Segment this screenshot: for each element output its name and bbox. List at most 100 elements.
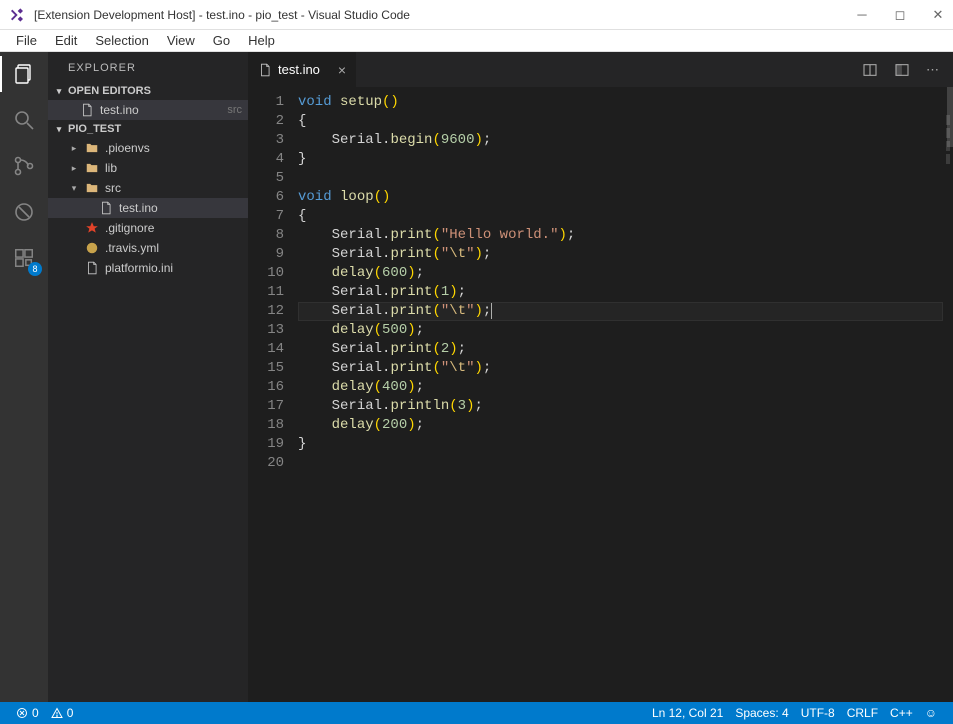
menu-selection[interactable]: Selection <box>87 31 156 50</box>
code-line[interactable]: { <box>298 112 943 131</box>
status-bar: 0 0 Ln 12, Col 21 Spaces: 4 UTF-8 CRLF C… <box>0 702 953 724</box>
minimize-button[interactable]: ─ <box>855 7 869 23</box>
code-line[interactable]: } <box>298 150 943 169</box>
code-editor[interactable]: 1234567891011121314151617181920 void set… <box>248 87 953 702</box>
close-window-button[interactable]: ✕ <box>931 7 945 23</box>
status-errors[interactable]: 0 <box>10 706 45 720</box>
status-encoding[interactable]: UTF-8 <box>795 706 841 720</box>
file-icon <box>84 220 100 236</box>
code-line[interactable]: void loop() <box>298 188 943 207</box>
status-feedback-icon[interactable]: ☺ <box>919 706 943 720</box>
chevron-down-icon: ▾ <box>54 124 64 135</box>
code-content[interactable]: void setup(){ Serial.begin(9600);}void l… <box>298 87 943 702</box>
status-warnings[interactable]: 0 <box>45 706 80 720</box>
open-editor-item[interactable]: test.ino src <box>48 100 248 120</box>
file-icon <box>98 200 114 216</box>
folder-icon <box>84 180 100 196</box>
split-editor-icon[interactable] <box>862 62 878 78</box>
tree-label: lib <box>105 161 242 175</box>
maximize-button[interactable]: ◻ <box>893 7 907 23</box>
code-line[interactable]: Serial.print("Hello world."); <box>298 226 943 245</box>
file-item[interactable]: test.ino <box>48 198 248 218</box>
activity-bar: 8 <box>0 52 48 702</box>
window-title: [Extension Development Host] - test.ino … <box>34 8 855 22</box>
code-line[interactable]: Serial.print("\t"); <box>298 359 943 378</box>
line-gutter: 1234567891011121314151617181920 <box>248 87 298 702</box>
editor-group: test.ino × ⋯ 123456789101112131415161718… <box>248 52 953 702</box>
menu-view[interactable]: View <box>159 31 203 50</box>
code-line[interactable]: Serial.print("\t"); <box>298 302 943 321</box>
menu-bar: FileEditSelectionViewGoHelp <box>0 30 953 52</box>
workbench: 8 EXPLORER ▾ OPEN EDITORS test.ino src ▾… <box>0 52 953 702</box>
menu-edit[interactable]: Edit <box>47 31 85 50</box>
chevron-down-icon: ▾ <box>54 86 64 97</box>
code-line[interactable]: Serial.begin(9600); <box>298 131 943 150</box>
editor-tabs: test.ino × ⋯ <box>248 52 953 87</box>
text-cursor <box>491 303 492 319</box>
tree-label: src <box>105 181 242 195</box>
status-language[interactable]: C++ <box>884 706 919 720</box>
chevron-right-icon[interactable]: ▸ <box>69 143 79 154</box>
folder-item[interactable]: ▸ .pioenvs <box>48 138 248 158</box>
file-item[interactable]: .gitignore <box>48 218 248 238</box>
sidebar: EXPLORER ▾ OPEN EDITORS test.ino src ▾ P… <box>48 52 248 702</box>
code-line[interactable]: delay(500); <box>298 321 943 340</box>
chevron-down-icon[interactable]: ▾ <box>69 183 79 194</box>
file-item[interactable]: .travis.yml <box>48 238 248 258</box>
extensions-badge: 8 <box>28 262 42 276</box>
code-line[interactable] <box>298 454 943 473</box>
menu-go[interactable]: Go <box>205 31 238 50</box>
explorer-icon[interactable] <box>10 60 38 88</box>
chevron-right-icon[interactable]: ▸ <box>69 163 79 174</box>
source-control-icon[interactable] <box>10 152 38 180</box>
menu-help[interactable]: Help <box>240 31 283 50</box>
folder-icon <box>84 160 100 176</box>
status-eol[interactable]: CRLF <box>841 706 884 720</box>
code-line[interactable]: Serial.println(3); <box>298 397 943 416</box>
extensions-icon[interactable]: 8 <box>10 244 38 272</box>
tree-label: .pioenvs <box>105 141 242 155</box>
code-line[interactable]: } <box>298 435 943 454</box>
more-actions-icon[interactable]: ⋯ <box>926 62 939 78</box>
folder-item[interactable]: ▾ src <box>48 178 248 198</box>
close-icon[interactable]: × <box>338 62 346 78</box>
code-line[interactable] <box>298 169 943 188</box>
file-tree: ▸ .pioenvs ▸ lib ▾ src test.ino .gitignore .trav… <box>48 138 248 278</box>
tree-label: platformio.ini <box>105 261 242 275</box>
window-titlebar: [Extension Development Host] - test.ino … <box>0 0 953 30</box>
folder-icon <box>84 140 100 156</box>
debug-icon[interactable] <box>10 198 38 226</box>
show-opened-editors-icon[interactable] <box>894 62 910 78</box>
open-editor-label: test.ino <box>100 103 218 117</box>
tree-label: .gitignore <box>105 221 242 235</box>
sidebar-title: EXPLORER <box>48 52 248 82</box>
file-icon <box>84 260 100 276</box>
overview-ruler <box>946 115 950 164</box>
file-icon <box>84 240 100 256</box>
code-line[interactable]: delay(200); <box>298 416 943 435</box>
menu-file[interactable]: File <box>8 31 45 50</box>
code-line[interactable]: Serial.print("\t"); <box>298 245 943 264</box>
folder-item[interactable]: ▸ lib <box>48 158 248 178</box>
code-line[interactable]: Serial.print(2); <box>298 340 943 359</box>
tab-testino[interactable]: test.ino × <box>248 52 357 87</box>
open-editors-section[interactable]: ▾ OPEN EDITORS <box>48 82 248 100</box>
tree-label: .travis.yml <box>105 241 242 255</box>
code-line[interactable]: { <box>298 207 943 226</box>
project-label: PIO_TEST <box>68 123 121 135</box>
code-line[interactable]: delay(600); <box>298 264 943 283</box>
file-icon <box>258 63 272 77</box>
code-line[interactable]: void setup() <box>298 93 943 112</box>
status-cursor-position[interactable]: Ln 12, Col 21 <box>646 706 729 720</box>
search-icon[interactable] <box>10 106 38 134</box>
vscode-icon <box>8 6 26 24</box>
status-indentation[interactable]: Spaces: 4 <box>729 706 794 720</box>
file-item[interactable]: platformio.ini <box>48 258 248 278</box>
project-section[interactable]: ▾ PIO_TEST <box>48 120 248 138</box>
open-editor-desc: src <box>227 104 242 116</box>
code-line[interactable]: Serial.print(1); <box>298 283 943 302</box>
tree-label: test.ino <box>119 201 242 215</box>
minimap[interactable] <box>943 87 953 702</box>
tab-label: test.ino <box>278 62 320 77</box>
code-line[interactable]: delay(400); <box>298 378 943 397</box>
